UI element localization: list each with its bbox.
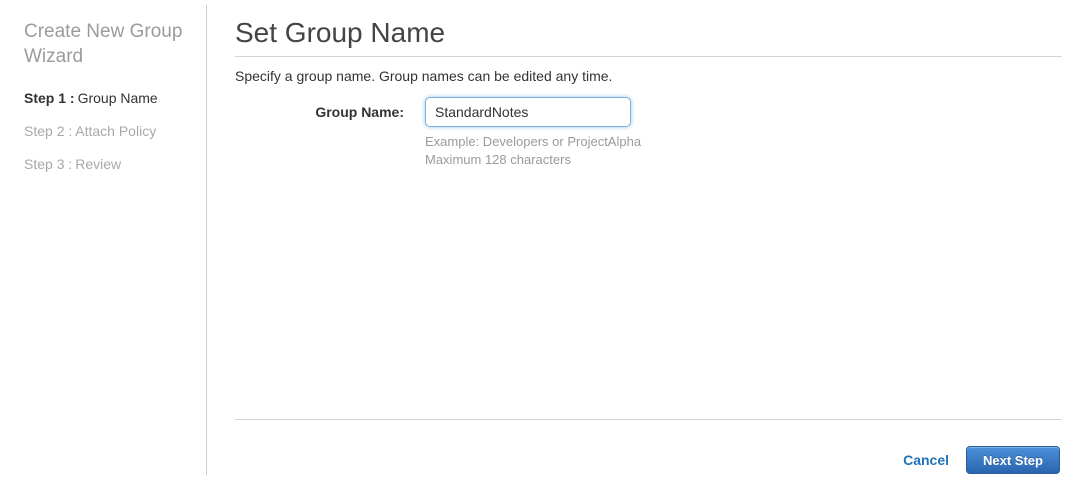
title-divider [235, 56, 1062, 57]
main-content: Set Group Name Specify a group name. Gro… [235, 0, 1062, 480]
step-item-attach-policy: Step 2 : Attach Policy [24, 124, 206, 139]
group-name-form-row: Group Name: Example: Developers or Proje… [235, 97, 1062, 169]
group-name-field-column: Example: Developers or ProjectAlpha Maxi… [425, 97, 641, 169]
step-label: Group Name [77, 90, 158, 106]
step-prefix: Step 3 : [24, 156, 73, 172]
group-name-max-hint: Maximum 128 characters [425, 152, 571, 167]
step-prefix: Step 2 : [24, 123, 73, 139]
wizard-sidebar: Create New Group Wizard Step 1 : Group Na… [0, 0, 206, 480]
step-label: Attach Policy [75, 123, 157, 139]
group-name-label: Group Name: [315, 104, 404, 120]
footer-divider [235, 419, 1062, 420]
create-group-wizard-page: Create New Group Wizard Step 1 : Group Na… [0, 0, 1073, 480]
wizard-steps: Step 1 : Group Name Step 2 : Attach Policy… [24, 91, 206, 172]
page-description: Specify a group name. Group names can be… [235, 68, 613, 84]
wizard-footer: Cancel Next Step [903, 446, 1060, 474]
group-name-input[interactable] [425, 97, 631, 127]
cancel-button[interactable]: Cancel [903, 452, 949, 468]
next-step-button[interactable]: Next Step [966, 446, 1060, 474]
step-prefix: Step 1 : [24, 90, 75, 106]
step-label: Review [75, 156, 122, 172]
page-title: Set Group Name [235, 17, 446, 48]
wizard-title: Create New Group Wizard [24, 21, 183, 67]
step-item-review: Step 3 : Review [24, 157, 206, 172]
sidebar-divider [206, 5, 207, 475]
step-item-group-name: Step 1 : Group Name [24, 91, 206, 106]
group-name-example-hint: Example: Developers or ProjectAlpha [425, 134, 642, 149]
